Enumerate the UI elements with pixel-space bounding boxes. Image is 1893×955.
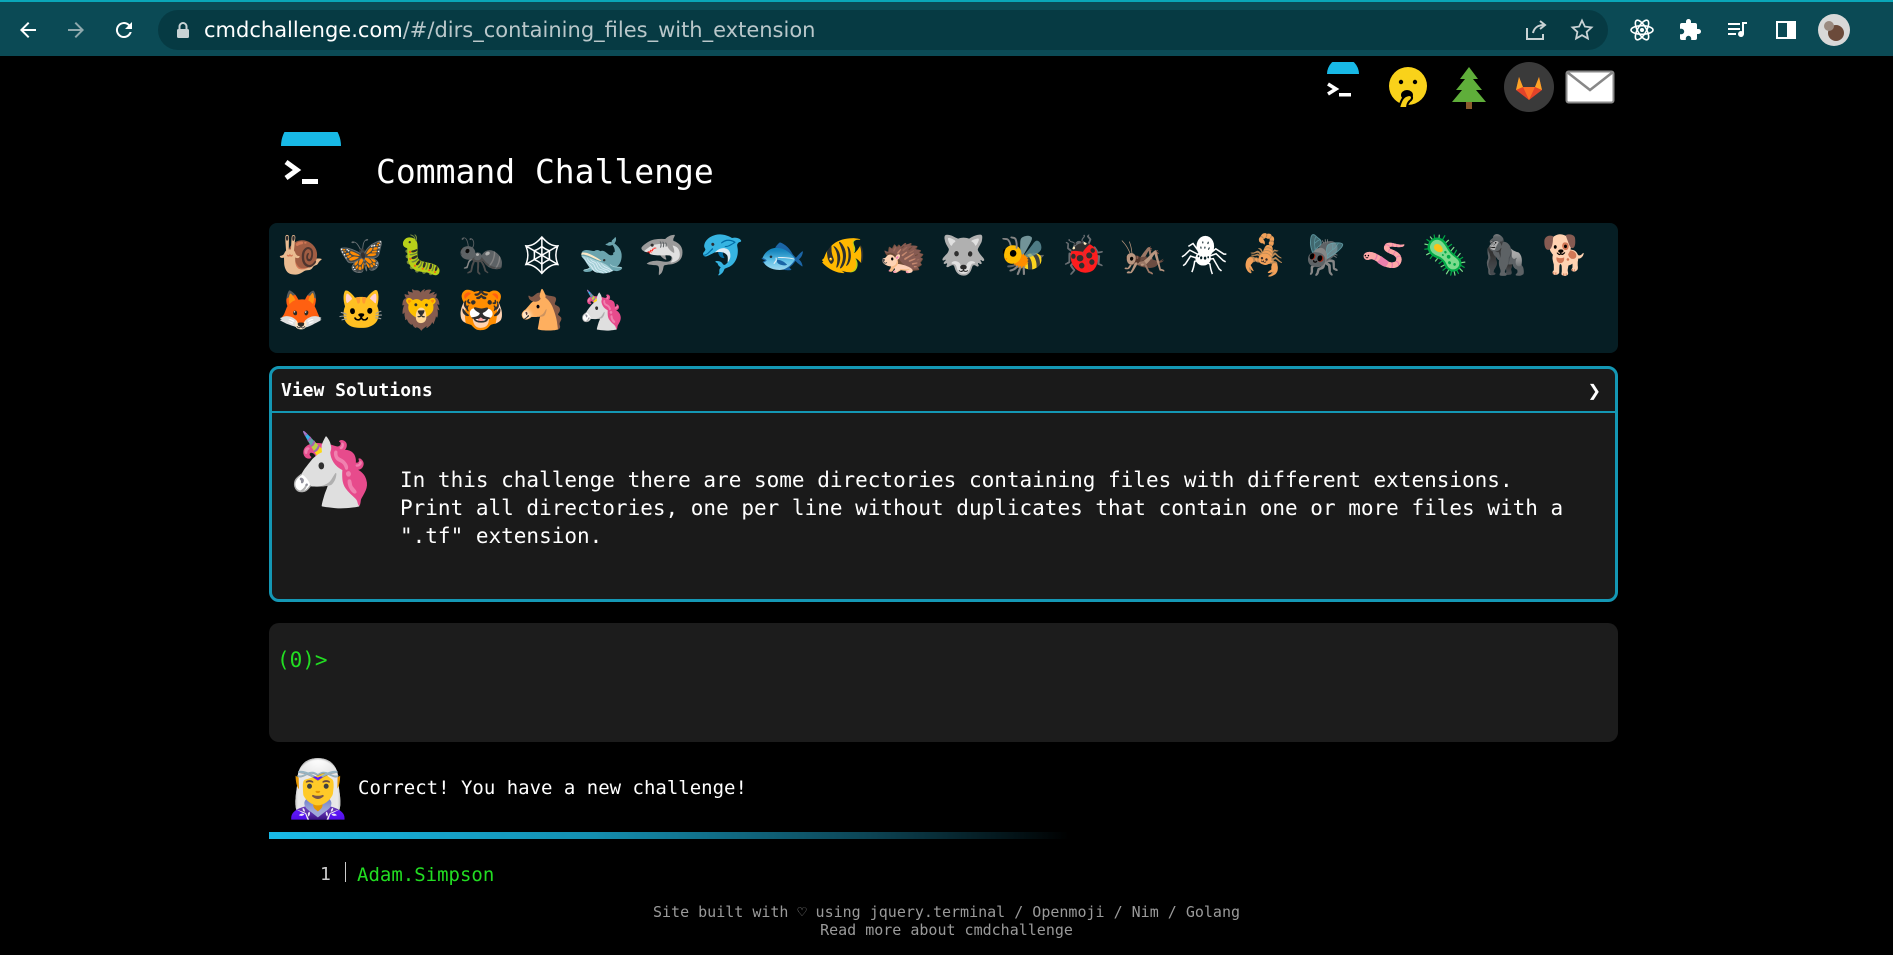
leaderboard-rank: 1 <box>320 864 331 885</box>
gitlab-icon[interactable] <box>1504 62 1554 112</box>
address-bar[interactable]: cmdchallenge.com/#/dirs_containing_files… <box>158 10 1608 50</box>
challenge-cricket-icon[interactable]: 🦗 <box>1117 229 1171 281</box>
sidepanel-icon[interactable] <box>1766 10 1806 50</box>
browser-toolbar: cmdchallenge.com/#/dirs_containing_files… <box>0 0 1893 56</box>
chevron-right-icon: ❯ <box>1587 379 1601 404</box>
puzzle-icon[interactable] <box>1670 10 1710 50</box>
leaderboard-name[interactable]: Adam.Simpson <box>357 864 494 886</box>
challenge-animal-strip: 🐌 🦋 🐛 🐜 🕸 🐋 🦈 🐬 🐟 🐠 🦔 🐺 🐝 🐞 🦗 🕷 🦂 🪰 🪱 🦠 🦍 🐕 🦊 🐱 🦁 🐯 🐴 🦄 <box>269 223 1618 353</box>
star-icon[interactable] <box>1570 10 1594 50</box>
challenge-description: In this challenge there are some directo… <box>400 468 1564 548</box>
challenge-caterpillar-icon[interactable]: 🐛 <box>394 229 448 281</box>
challenge-worm-icon[interactable]: 🪱 <box>1358 229 1412 281</box>
lock-icon <box>176 21 190 39</box>
media-queue-icon[interactable] <box>1718 10 1758 50</box>
challenge-dolphin-icon[interactable]: 🐬 <box>695 229 749 281</box>
footer-read-more-link[interactable]: Read more about cmdchallenge <box>0 921 1893 939</box>
challenge-panel: View Solutions ❯ 🦄 In this challenge the… <box>269 366 1618 602</box>
challenge-tiger-icon[interactable]: 🐯 <box>455 284 509 336</box>
challenge-shark-icon[interactable]: 🦈 <box>635 229 689 281</box>
status-message: Correct! You have a new challenge! <box>358 777 747 799</box>
tree-emoji[interactable] <box>1444 62 1494 112</box>
share-icon[interactable] <box>1524 10 1548 50</box>
challenge-lion-icon[interactable]: 🦁 <box>394 284 448 336</box>
envelope-icon[interactable] <box>1564 62 1616 112</box>
page-title: Command Challenge <box>376 152 714 191</box>
challenge-dog-icon[interactable]: 🐕 <box>1538 229 1592 281</box>
arrow-right-icon <box>68 22 84 38</box>
forward-button[interactable] <box>56 10 96 50</box>
elf-icon: 🧝‍♀️ <box>283 757 353 822</box>
profile-avatar[interactable] <box>1814 10 1854 50</box>
challenge-microbe-icon[interactable]: 🦠 <box>1418 229 1472 281</box>
site-logo[interactable] <box>278 116 344 198</box>
challenge-fox-icon[interactable]: 🦊 <box>274 284 328 336</box>
challenge-scorpion-icon[interactable]: 🦂 <box>1237 229 1291 281</box>
reload-button[interactable] <box>104 10 144 50</box>
unicorn-icon: 🦄 <box>286 427 376 511</box>
challenge-whale-icon[interactable]: 🐋 <box>575 229 629 281</box>
view-solutions-toggle[interactable]: View Solutions ❯ <box>272 369 1615 413</box>
url-path: /#/dirs_containing_files_with_extension <box>402 18 816 42</box>
reload-icon <box>115 22 132 39</box>
challenge-horse-icon[interactable]: 🐴 <box>515 284 569 336</box>
hand-over-mouth-emoji[interactable] <box>1383 62 1433 112</box>
challenge-fish-icon[interactable]: 🐟 <box>756 229 810 281</box>
challenge-ladybug-icon[interactable]: 🐞 <box>1057 229 1111 281</box>
challenge-spider-icon[interactable]: 🕷 <box>1177 229 1231 281</box>
terminal[interactable]: (0)> <box>269 623 1618 742</box>
challenge-tropical-fish-icon[interactable]: 🐠 <box>816 229 870 281</box>
challenge-ant-icon[interactable]: 🐜 <box>455 229 509 281</box>
challenge-unicorn-icon[interactable]: 🦄 <box>575 284 629 336</box>
progress-bar <box>269 832 1069 839</box>
back-button[interactable] <box>8 10 48 50</box>
challenge-hedgehog-icon[interactable]: 🦔 <box>876 229 930 281</box>
challenge-bee-icon[interactable]: 🐝 <box>996 229 1050 281</box>
challenge-butterfly-icon[interactable]: 🦋 <box>334 229 388 281</box>
challenge-wolf-icon[interactable]: 🐺 <box>936 229 990 281</box>
url-host: cmdchallenge.com <box>204 18 403 42</box>
challenge-gorilla-icon[interactable]: 🦍 <box>1478 229 1532 281</box>
footer-credits: Site built with ♡ using jquery.terminal … <box>653 903 1240 921</box>
challenge-fly-icon[interactable]: 🪰 <box>1297 229 1351 281</box>
challenge-cat-icon[interactable]: 🐱 <box>334 284 388 336</box>
challenge-snail-icon[interactable]: 🐌 <box>274 229 328 281</box>
view-solutions-label: View Solutions <box>281 380 433 401</box>
challenge-spider-web-icon[interactable]: 🕸 <box>515 229 569 281</box>
leaderboard-divider <box>345 862 346 882</box>
terminal-prompt: (0)> <box>277 648 328 672</box>
react-icon[interactable] <box>1622 10 1662 50</box>
arrow-left-icon <box>20 22 36 38</box>
cmdchallenge-icon[interactable] <box>1318 62 1368 112</box>
